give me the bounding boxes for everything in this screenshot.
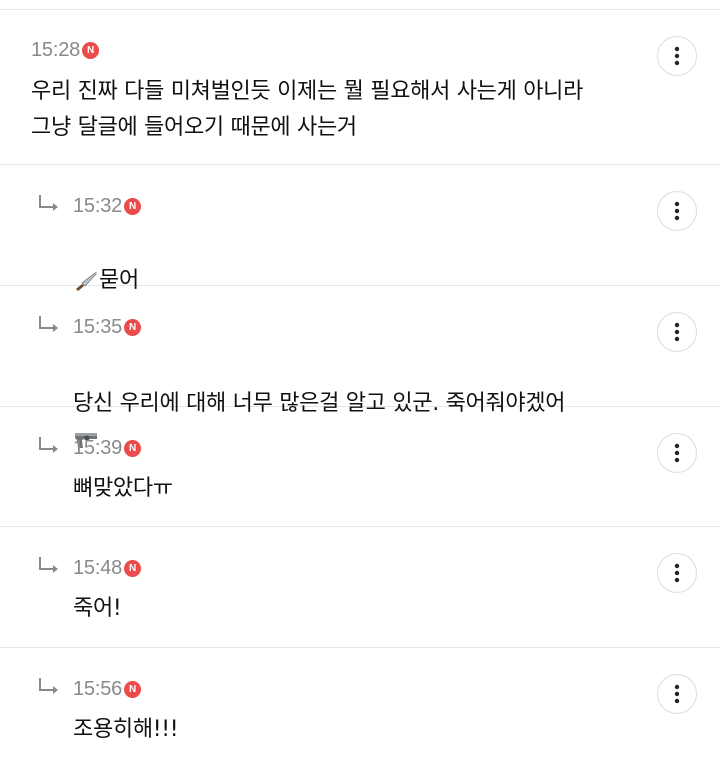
more-vertical-icon (674, 201, 680, 221)
more-options-button[interactable] (657, 433, 697, 473)
reply-arrow-icon (39, 557, 58, 573)
comment-meta: 15:39 N (73, 434, 142, 462)
reply-arrow-icon (39, 195, 58, 211)
comment-meta: 15:48 N (73, 554, 142, 582)
comment-meta: 15:32 N (73, 192, 142, 220)
more-vertical-icon (674, 46, 680, 66)
comment-time: 15:32 (73, 194, 123, 217)
more-vertical-icon (674, 563, 680, 583)
comment-text: 조용히해!!! (73, 717, 179, 742)
reply-item: 15:35 N 당신 우리에 대해 너무 많은걸 알고 있군. 죽어줘야겠어 (0, 286, 720, 448)
reply-arrow-icon (39, 316, 58, 332)
reply-arrow-icon (39, 678, 58, 694)
more-vertical-icon (674, 684, 680, 704)
comment-time: 15:48 (73, 556, 123, 579)
more-vertical-icon (674, 443, 680, 463)
comment-text: 우리 진짜 다들 미쳐벌인듯 이제는 뭘 필요해서 사는게 아니라 그냥 달글에… (31, 79, 584, 140)
top-divider (0, 0, 720, 10)
new-badge-icon: N (82, 41, 100, 59)
more-options-button[interactable] (657, 674, 697, 714)
reply-item: 15:32 N 묻어 (0, 165, 720, 293)
comment-text: 뼈맞았다ㅠ (73, 476, 173, 501)
reply-item: 15:48 N 죽어! (0, 527, 720, 648)
reply-item: 15:56 N 조용히해!!! (0, 648, 720, 766)
new-badge-icon: N (124, 559, 142, 577)
new-badge-icon: N (124, 680, 142, 698)
more-options-button[interactable] (657, 312, 697, 352)
reply-item: 15:39 N 뼈맞았다ㅠ (0, 407, 720, 527)
new-badge-icon: N (124, 439, 142, 457)
comment-meta: 15:28 N (31, 36, 100, 64)
more-options-button[interactable] (657, 191, 697, 231)
comment-meta: 15:35 N (73, 313, 142, 341)
reply-arrow-icon (39, 437, 58, 453)
comment-time: 15:35 (73, 315, 123, 338)
comment-time: 15:39 (73, 436, 123, 459)
more-options-button[interactable] (657, 36, 697, 76)
comment-text: 죽어! (73, 596, 122, 621)
new-badge-icon: N (124, 318, 142, 336)
comment-time: 15:28 (31, 38, 81, 61)
new-badge-icon: N (124, 197, 142, 215)
comment-item: 15:28 N 우리 진짜 다들 미쳐벌인듯 이제는 뭘 필요해서 사는게 아니… (0, 10, 720, 165)
comment-time: 15:56 (73, 677, 123, 700)
comment-meta: 15:56 N (73, 675, 142, 703)
more-options-button[interactable] (657, 553, 697, 593)
more-vertical-icon (674, 322, 680, 342)
